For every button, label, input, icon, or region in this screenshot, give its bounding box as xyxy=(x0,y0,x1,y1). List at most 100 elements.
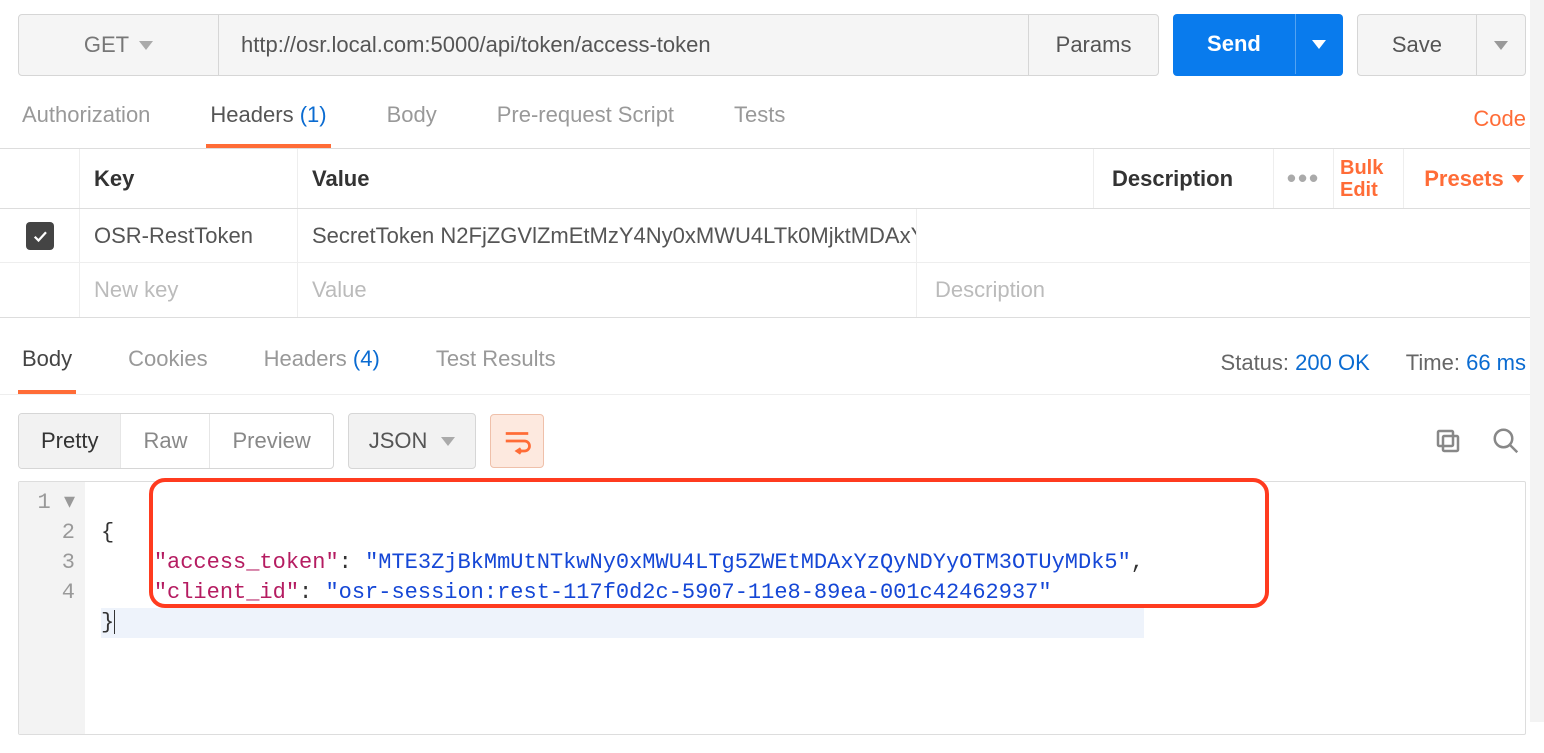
http-method-select[interactable]: GET xyxy=(19,15,219,75)
save-button-group: Save xyxy=(1357,14,1526,76)
view-mode-segment: Pretty Raw Preview xyxy=(18,413,334,469)
tab-label: Body xyxy=(387,102,437,127)
resp-tab-headers[interactable]: Headers (4) xyxy=(260,346,384,394)
header-desc-cell[interactable] xyxy=(917,209,1544,262)
header-value-cell[interactable]: SecretToken N2FjZGVlZmEtMzY4Ny0xMWU4LTk0… xyxy=(298,209,917,262)
wrap-lines-button[interactable] xyxy=(490,414,544,468)
response-section-header: Body Cookies Headers (4) Test Results St… xyxy=(0,318,1544,395)
tab-label: Headers xyxy=(264,346,347,371)
send-button[interactable]: Send xyxy=(1173,14,1295,74)
format-value: JSON xyxy=(369,428,428,454)
new-key-placeholder[interactable]: New key xyxy=(80,263,298,317)
body-format-select[interactable]: JSON xyxy=(348,413,477,469)
chevron-down-icon xyxy=(1494,41,1508,50)
status-value: 200 OK xyxy=(1295,350,1370,375)
col-key: Key xyxy=(80,149,298,208)
brace-open: { xyxy=(101,520,114,545)
col-description: Description xyxy=(1094,149,1274,208)
caret-down-icon xyxy=(1512,175,1524,183)
header-row: OSR-RestToken SecretToken N2FjZGVlZmEtMz… xyxy=(0,209,1544,263)
generate-code-link[interactable]: Code xyxy=(1473,106,1526,148)
request-url-input[interactable] xyxy=(219,15,1028,75)
col-value: Value xyxy=(298,149,1094,208)
new-desc-placeholder[interactable]: Description xyxy=(917,263,1544,317)
tab-label: Tests xyxy=(734,102,785,127)
enable-header-checkbox[interactable] xyxy=(26,222,54,250)
body-view-controls: Pretty Raw Preview JSON xyxy=(0,395,1544,481)
bulk-edit-link[interactable]: Bulk Edit xyxy=(1334,149,1404,208)
text-cursor xyxy=(114,610,115,634)
tab-label: Body xyxy=(22,346,72,371)
send-dropdown[interactable] xyxy=(1295,14,1343,74)
vertical-scrollbar[interactable] xyxy=(1530,0,1544,722)
copy-response-button[interactable] xyxy=(1428,421,1468,461)
send-label: Send xyxy=(1207,31,1261,57)
send-button-group: Send xyxy=(1173,14,1343,76)
tab-authorization[interactable]: Authorization xyxy=(18,102,154,148)
tab-label: Cookies xyxy=(128,346,207,371)
chevron-down-icon xyxy=(441,437,455,446)
new-value-placeholder[interactable]: Value xyxy=(298,263,917,317)
copy-icon xyxy=(1433,426,1463,456)
save-label: Save xyxy=(1392,32,1442,58)
resp-tab-body[interactable]: Body xyxy=(18,346,76,394)
headers-table: Key Value Description ••• Bulk Edit Pres… xyxy=(0,148,1544,318)
request-tabs: Authorization Headers (1) Body Pre-reque… xyxy=(0,86,1544,148)
chevron-down-icon xyxy=(139,41,153,50)
tab-count: (4) xyxy=(353,346,380,371)
json-value: "osr-session:rest-117f0d2c-5907-11e8-89e… xyxy=(325,580,1051,605)
line-gutter: 1 ▾ 2 3 4 xyxy=(19,482,85,734)
tab-label: Test Results xyxy=(436,346,556,371)
tab-headers[interactable]: Headers (1) xyxy=(206,102,330,148)
line-number: 2 xyxy=(29,518,75,548)
more-columns-button[interactable]: ••• xyxy=(1274,149,1334,208)
line-number: 4 xyxy=(29,578,75,608)
url-group: GET Params xyxy=(18,14,1159,76)
code-link-label: Code xyxy=(1473,106,1526,131)
header-key-cell[interactable]: OSR-RestToken xyxy=(80,209,298,262)
resp-tab-testresults[interactable]: Test Results xyxy=(432,346,560,394)
line-number: 3 xyxy=(29,548,75,578)
json-key: "access_token" xyxy=(154,550,339,575)
tab-prerequest[interactable]: Pre-request Script xyxy=(493,102,678,148)
tab-count: (1) xyxy=(300,102,327,127)
active-line: } xyxy=(101,608,1144,638)
tab-body[interactable]: Body xyxy=(383,102,441,148)
code-text[interactable]: { "access_token": "MTE3ZjBkMmUtNTkwNy0xM… xyxy=(85,482,1160,734)
tab-label: Authorization xyxy=(22,102,150,127)
time-value: 66 ms xyxy=(1466,350,1526,375)
save-dropdown[interactable] xyxy=(1477,15,1525,75)
view-raw[interactable]: Raw xyxy=(120,414,209,468)
search-response-button[interactable] xyxy=(1486,421,1526,461)
params-label: Params xyxy=(1056,32,1132,58)
save-button[interactable]: Save xyxy=(1358,15,1477,75)
json-key: "client_id" xyxy=(154,580,299,605)
status-meta: Status: 200 OK xyxy=(1221,350,1370,376)
search-icon xyxy=(1491,426,1521,456)
json-value: "MTE3ZjBkMmUtNTkwNy0xMWU4LTg5ZWEtMDAxYzQ… xyxy=(365,550,1131,575)
params-button[interactable]: Params xyxy=(1028,15,1158,75)
response-meta: Status: 200 OK Time: 66 ms xyxy=(1221,350,1526,394)
chevron-down-icon xyxy=(1312,40,1326,49)
view-pretty[interactable]: Pretty xyxy=(19,414,120,468)
view-preview[interactable]: Preview xyxy=(209,414,332,468)
line-number: 1 xyxy=(38,490,51,515)
presets-label: Presets xyxy=(1424,166,1504,192)
fold-icon[interactable]: ▾ xyxy=(64,490,75,515)
tab-tests[interactable]: Tests xyxy=(730,102,789,148)
header-row-new[interactable]: New key Value Description xyxy=(0,263,1544,317)
check-icon xyxy=(31,227,49,245)
resp-tab-cookies[interactable]: Cookies xyxy=(124,346,211,394)
headers-table-head: Key Value Description ••• Bulk Edit Pres… xyxy=(0,149,1544,209)
http-method-value: GET xyxy=(84,32,129,58)
wrap-icon xyxy=(502,426,532,456)
request-bar: GET Params Send Save xyxy=(0,0,1544,86)
tab-label: Pre-request Script xyxy=(497,102,674,127)
time-label: Time: xyxy=(1406,350,1460,375)
status-label: Status: xyxy=(1221,350,1289,375)
tab-label: Headers xyxy=(210,102,293,127)
response-body: 1 ▾ 2 3 4 { "access_token": "MTE3ZjBkMmU… xyxy=(18,481,1526,735)
app-root: GET Params Send Save xyxy=(0,0,1544,735)
presets-dropdown[interactable]: Presets xyxy=(1404,149,1544,208)
time-meta: Time: 66 ms xyxy=(1406,350,1526,376)
